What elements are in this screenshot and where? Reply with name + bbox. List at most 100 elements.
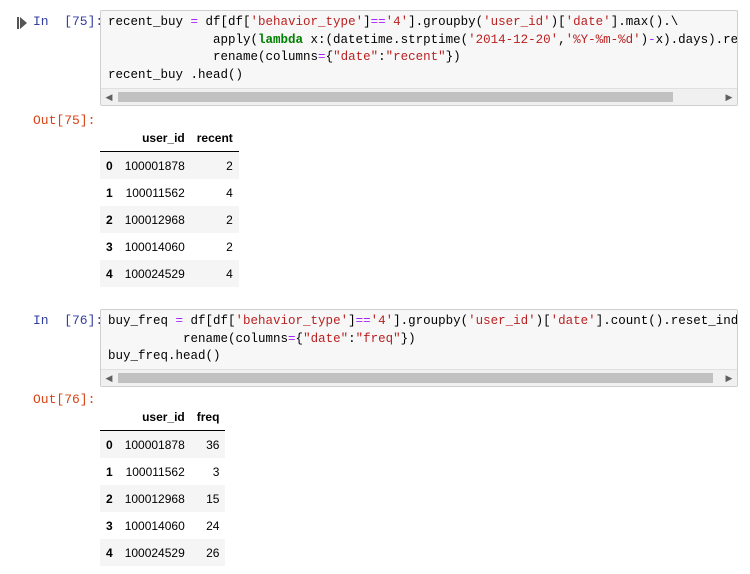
scroll-left-icon[interactable]: ◀	[103, 372, 115, 384]
code-line: buy_freq.head()	[108, 348, 737, 366]
table-cell: 100014060	[124, 239, 185, 254]
code-token: 'behavior_type'	[235, 314, 349, 328]
row-index: 3	[106, 239, 113, 254]
code-token: ]	[348, 314, 356, 328]
scrollbar-thumb[interactable]	[118, 373, 713, 383]
code-token: {	[325, 50, 334, 64]
output-prompt-75: Out[75]:	[33, 113, 96, 128]
code-cell-76[interactable]: buy_freq = df[df['behavior_type']=='4'].…	[100, 309, 738, 387]
scroll-right-icon[interactable]: ▶	[723, 91, 735, 103]
table-cell: 100024529	[124, 266, 185, 281]
code-token: ].groupby(	[393, 314, 469, 328]
column-header: recent	[190, 124, 239, 152]
code-token: 'user_id'	[483, 15, 551, 29]
code-token: "date"	[303, 331, 349, 346]
table-cell: 2	[226, 239, 233, 254]
code-line: recent_buy = df[df['behavior_type']=='4'…	[108, 14, 737, 32]
column-header	[100, 124, 119, 152]
code-token: df[df[	[198, 15, 251, 29]
code-line: rename(columns={"date":"freq"})	[108, 331, 737, 349]
code-token: rename(columns	[108, 50, 319, 64]
code-token: ==	[355, 314, 371, 328]
code-token: )[	[550, 15, 566, 29]
table-cell: 100012968	[124, 491, 185, 506]
code-token: "freq"	[355, 331, 401, 346]
code-token: ,	[558, 32, 566, 47]
table-cell: 36	[206, 437, 220, 452]
table-cell: 100024529	[124, 545, 185, 560]
row-index: 0	[106, 158, 113, 173]
table-cell: 100014060	[124, 518, 185, 533]
code-token: 'user_id'	[468, 314, 536, 328]
code-token: x:(datetime.strptime(	[303, 32, 469, 47]
code-cell-75[interactable]: recent_buy = df[df['behavior_type']=='4'…	[100, 10, 738, 106]
table-cell: 100001878	[124, 437, 185, 452]
code-token: {	[295, 331, 304, 346]
row-index: 3	[106, 518, 113, 533]
table-cell: 100001878	[124, 158, 185, 173]
row-index: 1	[106, 185, 113, 200]
table-cell: 100012968	[124, 212, 185, 227]
table-cell: 3	[212, 464, 220, 479]
code-token: ==	[370, 15, 386, 29]
code-editor-75[interactable]: recent_buy = df[df['behavior_type']=='4'…	[108, 14, 737, 84]
row-index: 1	[106, 464, 113, 479]
code-token: 'date'	[550, 314, 596, 328]
code-token: 'behavior_type'	[250, 15, 364, 29]
row-index: 4	[106, 545, 113, 560]
table-cell: 2	[226, 158, 233, 173]
table-row: 4 100024529 26	[100, 539, 226, 566]
table-cell: 24	[206, 518, 220, 533]
code-token: ].groupby(	[408, 15, 484, 29]
code-token: )	[640, 32, 649, 47]
table-row: 0 100001878 36	[100, 430, 226, 458]
code-line: buy_freq = df[df['behavior_type']=='4'].…	[108, 313, 738, 331]
table-row: 2 100012968 2	[100, 206, 239, 233]
code-token: )[	[535, 314, 551, 328]
row-index: 2	[106, 212, 113, 227]
code-token: apply(	[108, 32, 259, 47]
code-token: '4'	[385, 15, 409, 29]
code-token: })	[400, 331, 416, 346]
horizontal-scrollbar[interactable]: ◀ ▶	[101, 369, 737, 386]
table-cell: 15	[206, 491, 220, 506]
code-token: '4'	[370, 314, 394, 328]
scroll-left-icon[interactable]: ◀	[103, 91, 115, 103]
row-index: 0	[106, 437, 113, 452]
table-row: 3 100014060 24	[100, 512, 225, 539]
row-index: 4	[106, 266, 113, 281]
code-token: ]	[363, 15, 371, 29]
code-editor-76[interactable]: buy_freq = df[df['behavior_type']=='4'].…	[108, 313, 738, 366]
column-header: freq	[190, 403, 226, 431]
code-token: -	[648, 32, 656, 47]
code-token: =	[288, 331, 296, 346]
input-prompt-75: In [75]:	[33, 14, 104, 29]
horizontal-scrollbar[interactable]: ◀ ▶	[101, 88, 737, 105]
table-row: 4 100024529 4	[100, 260, 239, 287]
output-prompt-76: Out[76]:	[33, 392, 96, 407]
column-header: user_id	[118, 124, 191, 152]
table-cell: 100011562	[125, 464, 185, 479]
code-token: ].count().reset_index().	[595, 314, 738, 328]
code-token: ].max().\	[610, 15, 679, 29]
dataframe-output-75: user_id recent 0 100001878 2 1 100011562 4 2 1000…	[100, 124, 239, 287]
code-token: })	[445, 50, 461, 64]
code-token: buy_freq	[108, 314, 176, 328]
code-token: "recent"	[385, 50, 446, 64]
code-token: :	[348, 331, 356, 346]
code-token: lambda	[258, 32, 304, 47]
input-prompt-76: In [76]:	[33, 313, 104, 328]
column-header	[100, 403, 119, 431]
scroll-right-icon[interactable]: ▶	[723, 372, 735, 384]
scrollbar-thumb[interactable]	[118, 92, 673, 102]
table-row: 1 100011562 3	[100, 458, 225, 485]
table-cell: 2	[226, 212, 233, 227]
run-cell-icon[interactable]	[17, 16, 27, 29]
table-cell: 26	[206, 545, 220, 560]
table-row: 3 100014060 2	[100, 233, 239, 260]
code-token: "date"	[333, 50, 379, 64]
dataframe-output-76: user_id freq 0 100001878 36 1 100011562 3 2 10001…	[100, 403, 226, 566]
table-row: 2 100012968 15	[100, 485, 226, 512]
code-token: 'date'	[565, 15, 611, 29]
code-token: recent_buy .head()	[108, 67, 244, 82]
